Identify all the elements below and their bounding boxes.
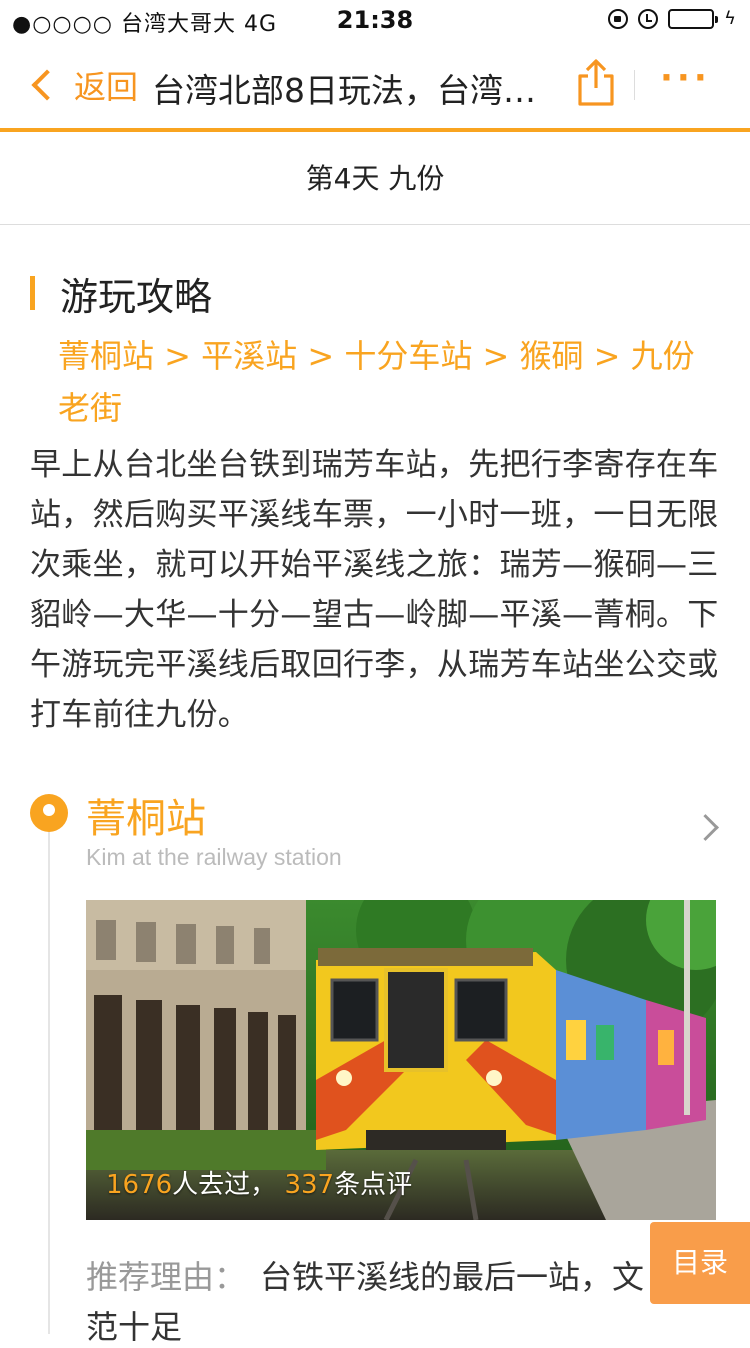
route-text: 菁桐站 > 平溪站 > 十分车站 > 猴硐 > 九份老街 [58, 337, 695, 427]
day-header: 第4天 九份 [0, 132, 750, 225]
review-suffix: 条点评 [334, 1170, 413, 1200]
alarm-icon [638, 8, 659, 29]
visited-suffix: 人去过， [172, 1170, 277, 1200]
visited-count: 1676 [106, 1170, 173, 1200]
poi-photo[interactable]: 1676人去过， 337条点评 [86, 900, 716, 1220]
location-pin-icon [30, 794, 68, 832]
rotation-lock-icon [608, 8, 629, 29]
reason-text-line2: 范十足 [86, 1308, 183, 1346]
poi-name[interactable]: 菁桐站 [86, 786, 206, 844]
back-label: 返回 [74, 68, 139, 106]
charging-icon: ϟ [724, 8, 736, 29]
back-button[interactable]: 返回 [30, 62, 138, 108]
chevron-left-icon [31, 69, 63, 101]
toc-button[interactable]: 目录 [650, 1222, 750, 1304]
section-accent-bar [30, 276, 35, 310]
chevron-right-icon[interactable] [692, 814, 719, 841]
reason-text: 台铁平溪线的最后一站，文 [260, 1258, 645, 1296]
nav-bar: 返回 台湾北部8日玩法，台湾北部8日玩法 ··· [0, 40, 750, 132]
reason-label: 推荐理由： [86, 1258, 247, 1296]
section-title: 游玩攻略 [60, 275, 213, 319]
nav-divider [634, 70, 635, 100]
timeline-line [48, 830, 50, 1334]
recommend-reason: 推荐理由： 台铁平溪线的最后一站，文 [86, 1252, 746, 1302]
poi-subtitle: Kim at the railway station [86, 844, 342, 870]
battery-icon [668, 8, 719, 29]
poi-stats: 1676人去过， 337条点评 [106, 1164, 412, 1201]
share-icon[interactable] [574, 58, 618, 108]
status-bar: ●○○○○ 台湾大哥大 4G 21:38 ϟ [0, 0, 750, 40]
page-title: 台湾北部8日玩法，台湾北部8日玩法 [152, 71, 544, 110]
more-button[interactable]: ··· [660, 58, 711, 98]
review-count: 337 [284, 1170, 335, 1200]
strategy-description: 早上从台北坐台铁到瑞芳车站，先把行李寄存在车站，然后购买平溪线车票，一小时一班，… [30, 447, 719, 733]
